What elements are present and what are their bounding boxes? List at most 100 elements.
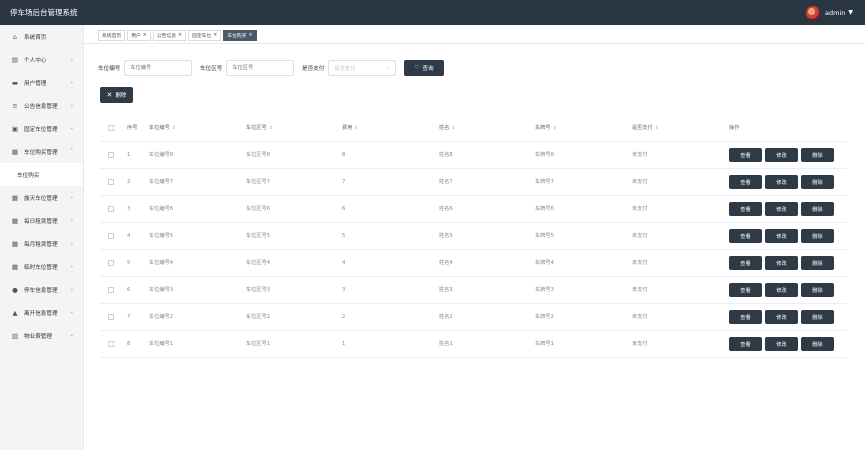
sidebar-item[interactable]: ≡ 公告信息管理 ⌄ [0, 94, 83, 117]
column-header[interactable]: 车位编号 ⇕ [149, 115, 176, 141]
table-cell-text: 2 [127, 179, 131, 185]
sidebar-item[interactable]: ▬ 用户管理 ⌄ [0, 71, 83, 94]
row-checkbox[interactable] [108, 260, 114, 266]
delete-row-button[interactable]: 删除 [801, 256, 834, 270]
delete-row-button[interactable]: 删除 [801, 148, 834, 162]
edit-button[interactable]: 修改 [765, 202, 798, 216]
edit-button[interactable]: 修改 [765, 229, 798, 243]
tab-item[interactable]: 系统首页 [98, 30, 126, 41]
table-cell: 车位区号7 [246, 169, 270, 195]
tab-item[interactable]: 车位购买 × [223, 30, 257, 41]
tab-item[interactable]: 用户 × [127, 30, 151, 41]
search-button[interactable]: ♡ 查询 [404, 60, 444, 76]
edit-button[interactable]: 修改 [765, 283, 798, 297]
close-icon[interactable]: × [249, 33, 253, 38]
sort-icon[interactable]: ⇕ [172, 126, 176, 131]
tab-item[interactable]: 固定车位 × [188, 30, 222, 41]
view-button[interactable]: 查看 [729, 337, 762, 351]
column-header[interactable]: 费用 ⇕ [342, 115, 358, 141]
chevron-down-icon: ⌄ [69, 194, 74, 200]
row-checkbox[interactable] [108, 314, 114, 320]
column-header[interactable]: 车牌号 ⇕ [535, 115, 556, 141]
row-checkbox[interactable] [108, 287, 114, 293]
edit-button[interactable]: 修改 [765, 337, 798, 351]
grid-icon: ▦ [11, 239, 19, 248]
table-cell-text: 未支付 [632, 179, 648, 185]
sort-icon[interactable]: ⇕ [655, 126, 659, 131]
delete-row-button[interactable]: 删除 [801, 202, 834, 216]
view-button[interactable]: 查看 [729, 283, 762, 297]
sort-icon[interactable]: ⇕ [269, 126, 273, 131]
column-header-text: 姓名 [439, 125, 450, 131]
sidebar-item[interactable]: ▣ 固定车位管理 ⌄ [0, 117, 83, 140]
tab-item[interactable]: 公告信息 × [152, 30, 187, 41]
tab-bar: 系统首页 用户 × 公告信息 × 固定车位 × 车位购买 × [98, 30, 259, 41]
view-button[interactable]: 查看 [729, 148, 762, 162]
delete-button-label: 删除 [115, 93, 127, 99]
delete-row-button[interactable]: 删除 [801, 229, 834, 243]
table-cell: 车位编号6 [149, 196, 173, 222]
table-row: 1 车位编号8 车位区号8 8 姓名8 车牌号8 未支付 查看 修改 删除 [100, 142, 847, 169]
slot-no-input[interactable] [124, 60, 193, 76]
sidebar-item[interactable]: ● 停车信息管理 ⌄ [0, 278, 83, 301]
sidebar-item[interactable]: ▦ 车位购买管理 ⌃ [0, 140, 83, 163]
table-cell-text: 7 [127, 314, 131, 320]
view-button[interactable]: 查看 [729, 310, 762, 324]
close-icon[interactable]: × [178, 33, 182, 38]
sidebar-item[interactable]: ▦ 每月租赁管理 ⌄ [0, 232, 83, 255]
sidebar-item[interactable]: ▤ 个人中心 ⌄ [0, 48, 83, 71]
sidebar-item[interactable]: 车位购买 [0, 163, 83, 186]
caret-down-icon[interactable]: ▼ [848, 9, 853, 16]
table-row: 8 车位编号1 车位区号1 1 姓名1 车牌号1 未支付 查看 修改 删除 [100, 331, 847, 358]
sidebar-item-label: 车位购买 [17, 172, 40, 179]
edit-button[interactable]: 修改 [765, 175, 798, 189]
table-cell-text: 车牌号5 [535, 233, 554, 239]
view-button[interactable]: 查看 [729, 256, 762, 270]
edit-button[interactable]: 修改 [765, 310, 798, 324]
delete-button[interactable]: ✕ 删除 [100, 87, 133, 103]
table-cell: 车位区号8 [246, 142, 270, 168]
column-header[interactable]: 姓名 ⇕ [439, 115, 455, 141]
sidebar-item[interactable]: ▦ 露天车位管理 ⌄ [0, 186, 83, 209]
user-menu[interactable]: admin ▼ [806, 5, 853, 20]
close-icon[interactable]: × [143, 33, 147, 38]
row-checkbox[interactable] [108, 233, 114, 239]
delete-row-button[interactable]: 删除 [801, 175, 834, 189]
delete-row-button[interactable]: 删除 [801, 310, 834, 324]
row-checkbox[interactable] [108, 179, 114, 185]
sidebar-item[interactable]: ⌂ 系统首页 [0, 25, 83, 48]
zone-input[interactable] [226, 60, 295, 76]
view-button[interactable]: 查看 [729, 175, 762, 189]
view-button[interactable]: 查看 [729, 202, 762, 216]
row-checkbox[interactable] [108, 206, 114, 212]
view-button-label: 查看 [740, 287, 751, 294]
close-icon[interactable]: × [213, 33, 217, 38]
table-cell-text: 3 [127, 206, 131, 212]
delete-row-button[interactable]: 删除 [801, 337, 834, 351]
view-button[interactable]: 查看 [729, 229, 762, 243]
sidebar-item[interactable]: ▦ 临时车位管理 ⌄ [0, 255, 83, 278]
sort-icon[interactable]: ⇕ [354, 126, 358, 131]
edit-button-label: 修改 [776, 233, 787, 240]
chevron-down-icon: ⌄ [69, 79, 74, 85]
edit-button[interactable]: 修改 [765, 148, 798, 162]
delete-row-button[interactable]: 删除 [801, 283, 834, 297]
sidebar-item[interactable]: ▦ 每日租赁管理 ⌄ [0, 209, 83, 232]
column-header[interactable]: 是否支付 ⇕ [632, 115, 659, 141]
table-cell: 车位区号1 [246, 331, 270, 357]
sort-icon[interactable]: ⇕ [553, 126, 557, 131]
select-all-checkbox[interactable] [108, 125, 114, 131]
table-cell-text: 车位编号8 [149, 152, 174, 158]
table-cell: 8 [342, 142, 345, 168]
list-icon: ≡ [12, 101, 18, 110]
sidebar-item[interactable]: ▥ 物业费管理 ⌄ [0, 324, 83, 347]
row-checkbox[interactable] [108, 341, 114, 347]
edit-button[interactable]: 修改 [765, 256, 798, 270]
column-header[interactable]: 车位区号 ⇕ [246, 115, 273, 141]
paid-select[interactable]: 是否支付 ⌄ [328, 60, 397, 76]
sort-icon[interactable]: ⇕ [451, 126, 455, 131]
sidebar-item[interactable]: ▲ 离开信息管理 ⌄ [0, 301, 83, 324]
user-name[interactable]: admin [825, 9, 845, 17]
avatar[interactable] [806, 5, 820, 20]
row-checkbox[interactable] [108, 152, 114, 158]
